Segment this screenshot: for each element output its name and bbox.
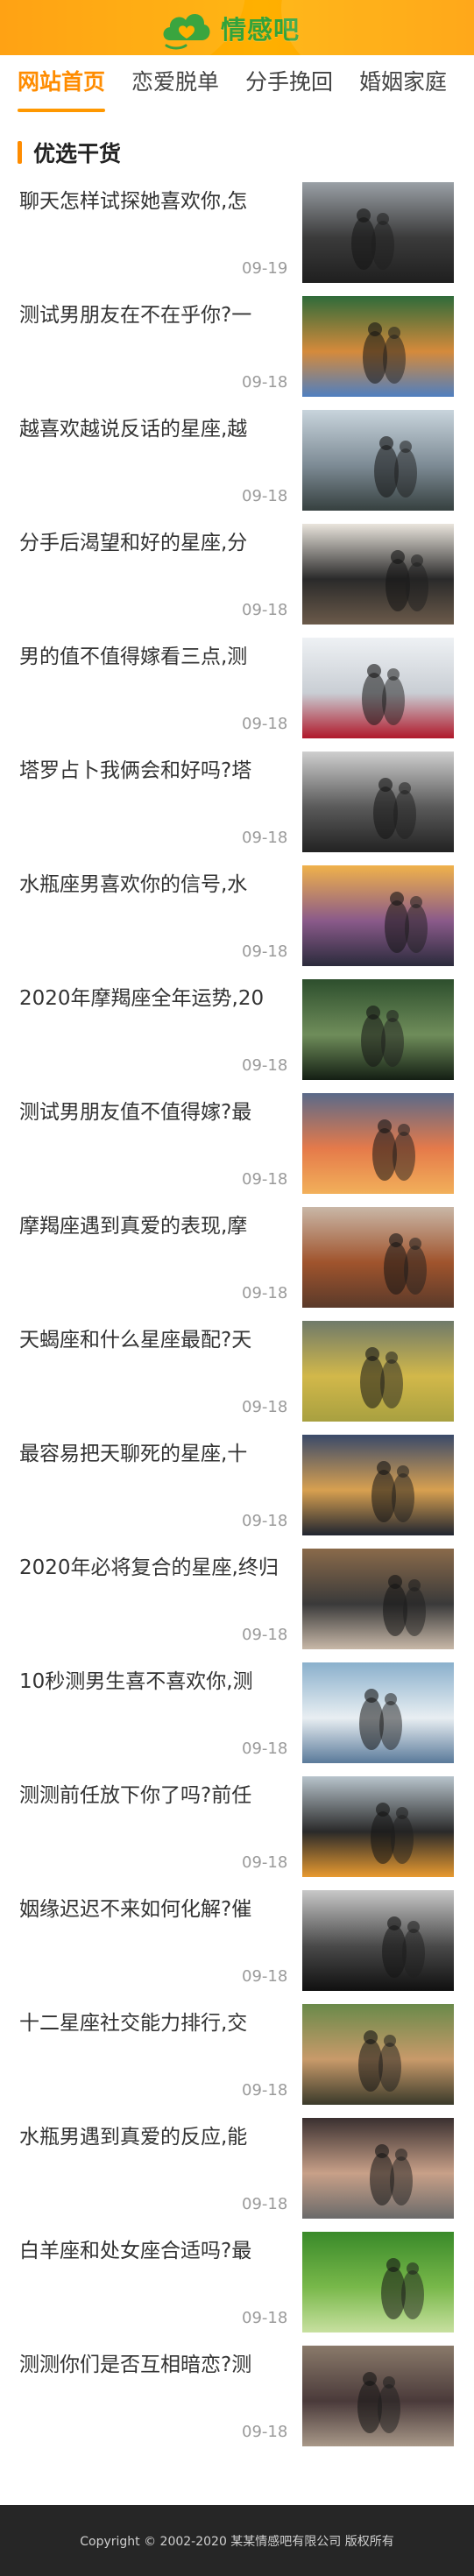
article-title[interactable]: 2020年摩羯座全年运势,20 (19, 985, 282, 1012)
article-date: 09-18 (242, 1056, 288, 1075)
article-title[interactable]: 水瓶座男喜欢你的信号,水 (19, 872, 282, 898)
article-title[interactable]: 分手后渴望和好的星座,分 (19, 530, 282, 556)
article-date: 09-18 (242, 942, 288, 961)
article-item[interactable]: 姻缘迟迟不来如何化解?催 09-18 (0, 1890, 474, 2004)
section-title: 优选干货 (33, 141, 122, 166)
article-title[interactable]: 白羊座和处女座合适吗?最 (19, 2238, 282, 2264)
article-date: 09-18 (242, 2423, 288, 2441)
cloud-heart-logo-icon (163, 13, 210, 49)
article-thumbnail[interactable] (302, 638, 454, 738)
nav-item-dating[interactable]: 恋爱脱单 (131, 67, 219, 97)
article-date: 09-18 (242, 1967, 288, 1986)
article-date: 09-18 (242, 2309, 288, 2327)
article-thumbnail[interactable] (302, 1662, 454, 1763)
article-item[interactable]: 测试男朋友值不值得嫁?最 09-18 (0, 1093, 474, 1207)
article-thumbnail[interactable] (302, 1549, 454, 1649)
article-date: 09-18 (242, 1284, 288, 1302)
article-item[interactable]: 10秒测男生喜不喜欢你,测 09-18 (0, 1662, 474, 1776)
article-title[interactable]: 塔罗占卜我俩会和好吗?塔 (19, 758, 282, 784)
article-item[interactable]: 测试男朋友在不在乎你?一 09-18 (0, 296, 474, 410)
article-title[interactable]: 测测前任放下你了吗?前任 (19, 1782, 282, 1809)
article-thumbnail[interactable] (302, 979, 454, 1080)
article-date: 09-18 (242, 1626, 288, 1644)
article-date: 09-18 (242, 1170, 288, 1189)
article-item[interactable]: 2020年摩羯座全年运势,20 09-18 (0, 979, 474, 1093)
article-date: 09-18 (242, 1512, 288, 1530)
article-title[interactable]: 2020年必将复合的星座,终归 (19, 1555, 282, 1581)
article-thumbnail[interactable] (302, 2118, 454, 2219)
nav-item-marriage[interactable]: 婚姻家庭 (359, 67, 447, 97)
article-title[interactable]: 测测你们是否互相暗恋?测 (19, 2352, 282, 2378)
article-title[interactable]: 越喜欢越说反话的星座,越 (19, 416, 282, 442)
article-thumbnail[interactable] (302, 752, 454, 852)
article-title[interactable]: 姻缘迟迟不来如何化解?催 (19, 1896, 282, 1923)
article-item[interactable]: 2020年必将复合的星座,终归 09-18 (0, 1549, 474, 1662)
article-date: 09-18 (242, 1398, 288, 1416)
article-thumbnail[interactable] (302, 182, 454, 283)
article-date: 09-18 (242, 601, 288, 619)
article-item[interactable]: 天蝎座和什么星座最配?天 09-18 (0, 1321, 474, 1435)
nav-item-home[interactable]: 网站首页 (18, 67, 106, 112)
article-date: 09-18 (242, 1853, 288, 1872)
article-date: 09-18 (242, 2081, 288, 2100)
article-item[interactable]: 男的值不值得嫁看三点,测 09-18 (0, 638, 474, 752)
article-item[interactable]: 分手后渴望和好的星座,分 09-18 (0, 524, 474, 638)
article-thumbnail[interactable] (302, 1093, 454, 1194)
article-date: 09-18 (242, 2195, 288, 2213)
article-date: 09-18 (242, 1740, 288, 1758)
article-thumbnail[interactable] (302, 2346, 454, 2446)
article-title[interactable]: 水瓶男遇到真爱的反应,能 (19, 2124, 282, 2150)
nav-item-label: 婚姻家庭 (359, 69, 448, 95)
article-thumbnail[interactable] (302, 2232, 454, 2333)
site-header: 情感吧 (0, 0, 474, 55)
nav-item-label: 恋爱脱单 (131, 69, 220, 95)
article-item[interactable]: 摩羯座遇到真爱的表现,摩 09-18 (0, 1207, 474, 1321)
article-thumbnail[interactable] (302, 1435, 454, 1535)
logo-text: 情感吧 (221, 14, 301, 45)
article-item[interactable]: 最容易把天聊死的星座,十 09-18 (0, 1435, 474, 1549)
article-thumbnail[interactable] (302, 865, 454, 966)
article-item[interactable]: 水瓶男遇到真爱的反应,能 09-18 (0, 2118, 474, 2232)
article-title[interactable]: 最容易把天聊死的星座,十 (19, 1441, 282, 1467)
article-title[interactable]: 10秒测男生喜不喜欢你,测 (19, 1669, 282, 1695)
article-thumbnail[interactable] (302, 524, 454, 625)
article-thumbnail[interactable] (302, 1776, 454, 1877)
article-title[interactable]: 摩羯座遇到真爱的表现,摩 (19, 1213, 282, 1239)
section-heading: 优选干货 (18, 140, 122, 166)
article-title[interactable]: 男的值不值得嫁看三点,测 (19, 644, 282, 670)
article-date: 09-18 (242, 487, 288, 505)
article-item[interactable]: 测测前任放下你了吗?前任 09-18 (0, 1776, 474, 1890)
article-date: 09-18 (242, 373, 288, 392)
article-item[interactable]: 测测你们是否互相暗恋?测 09-18 (0, 2346, 474, 2460)
article-date: 09-19 (242, 259, 288, 278)
site-logo[interactable]: 情感吧 (159, 4, 314, 52)
active-tab-indicator (18, 109, 106, 112)
article-item[interactable]: 越喜欢越说反话的星座,越 09-18 (0, 410, 474, 524)
section-accent-bar (18, 141, 22, 164)
article-thumbnail[interactable] (302, 410, 454, 511)
article-thumbnail[interactable] (302, 2004, 454, 2105)
article-date: 09-18 (242, 715, 288, 733)
article-title[interactable]: 测试男朋友值不值得嫁?最 (19, 1099, 282, 1126)
article-item[interactable]: 聊天怎样试探她喜欢你,怎 09-19 (0, 182, 474, 296)
article-item[interactable]: 十二星座社交能力排行,交 09-18 (0, 2004, 474, 2118)
article-item[interactable]: 水瓶座男喜欢你的信号,水 09-18 (0, 865, 474, 979)
nav-item-label: 网站首页 (18, 69, 106, 95)
article-title[interactable]: 聊天怎样试探她喜欢你,怎 (19, 188, 282, 215)
article-title[interactable]: 测试男朋友在不在乎你?一 (19, 302, 282, 328)
article-thumbnail[interactable] (302, 296, 454, 397)
article-thumbnail[interactable] (302, 1207, 454, 1308)
article-thumbnail[interactable] (302, 1890, 454, 1991)
copyright-text: Copyright © 2002-2020 某某情感吧有限公司 版权所有 (80, 2535, 394, 2549)
article-title[interactable]: 十二星座社交能力排行,交 (19, 2010, 282, 2036)
site-footer: Copyright © 2002-2020 某某情感吧有限公司 版权所有 (0, 2505, 474, 2576)
article-date: 09-18 (242, 829, 288, 847)
article-item[interactable]: 塔罗占卜我俩会和好吗?塔 09-18 (0, 752, 474, 865)
article-thumbnail[interactable] (302, 1321, 454, 1422)
nav-item-label: 分手挽回 (245, 69, 334, 95)
article-item[interactable]: 白羊座和处女座合适吗?最 09-18 (0, 2232, 474, 2346)
main-nav: 网站首页 恋爱脱单 分手挽回 婚姻家庭 自 (0, 55, 474, 121)
nav-item-breakup[interactable]: 分手挽回 (245, 67, 333, 97)
article-title[interactable]: 天蝎座和什么星座最配?天 (19, 1327, 282, 1353)
